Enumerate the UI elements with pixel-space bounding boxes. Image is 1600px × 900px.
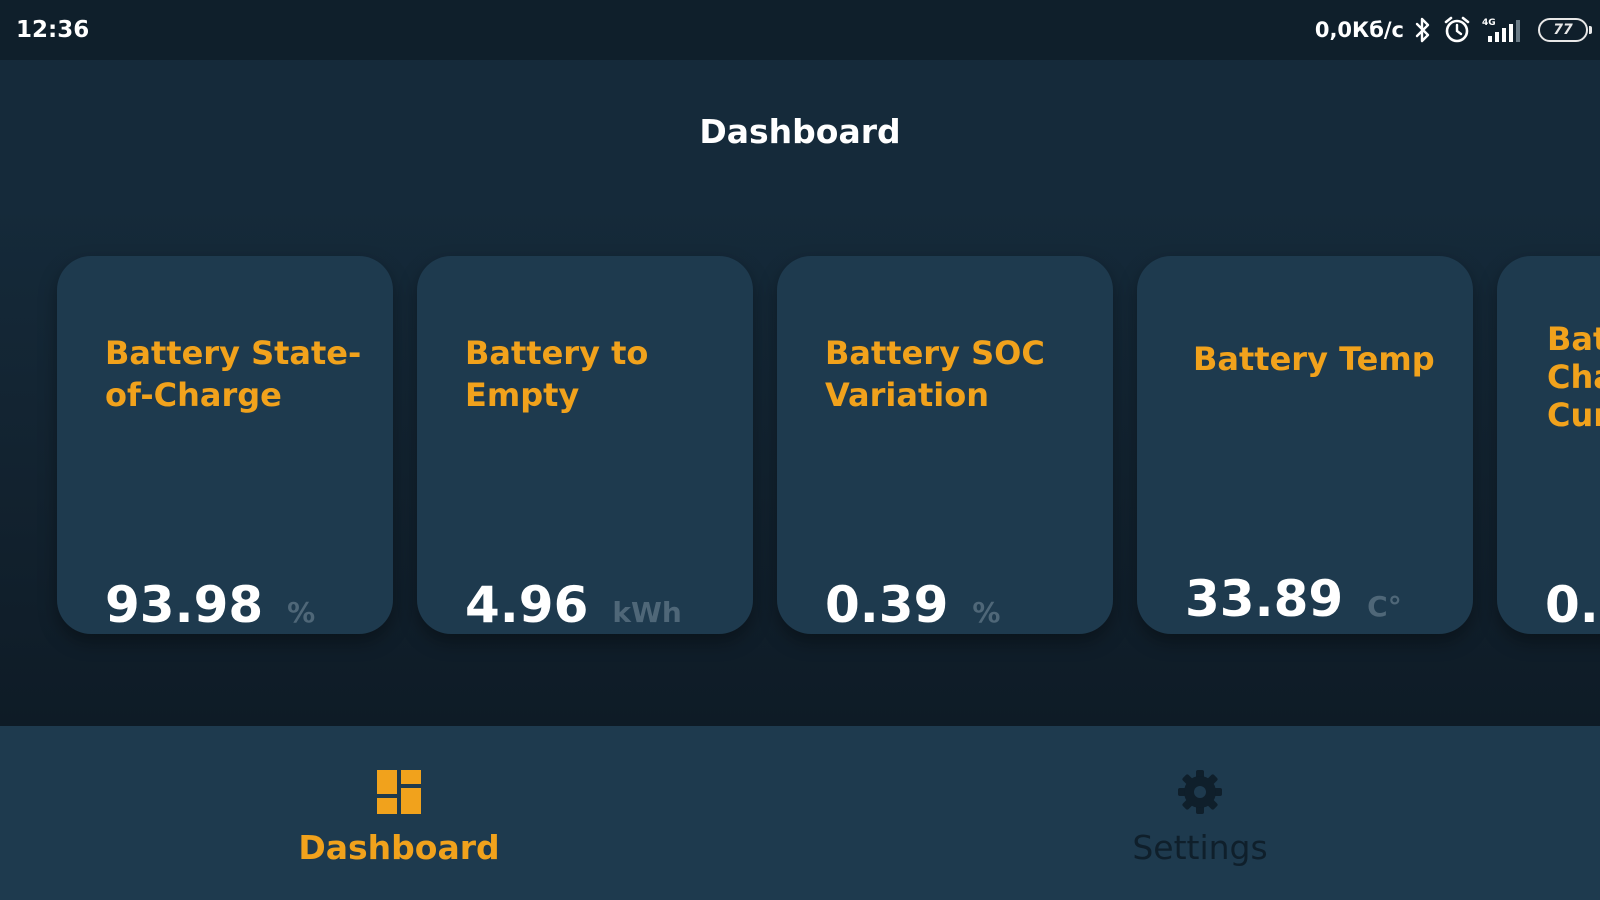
battery-icon: 77 <box>1538 18 1592 42</box>
bottom-navigation: Dashboard Settings <box>0 726 1600 900</box>
status-icons: 0,0Кб/с 4G 77 <box>1314 14 1592 46</box>
card-value-row: 0.39 % <box>825 580 1000 630</box>
card-battery-soc[interactable]: Battery State- of-Charge 93.98 % <box>57 256 393 634</box>
gear-icon <box>1178 770 1222 814</box>
card-value-row: 4.96 kWh <box>465 580 682 630</box>
card-title: Battery Temp <box>1193 340 1435 378</box>
card-unit: C° <box>1367 590 1402 623</box>
card-battery-temp[interactable]: Battery Temp 33.89 C° <box>1137 256 1473 634</box>
card-title: Battery SOC Variation <box>825 334 1045 414</box>
metric-cards-row[interactable]: Battery State- of-Charge 93.98 % Battery… <box>0 200 1600 726</box>
card-value: 33.89 <box>1185 570 1344 628</box>
card-unit: kWh <box>612 596 682 629</box>
network-speed: 0,0Кб/с <box>1314 18 1404 42</box>
nav-label-settings: Settings <box>1132 828 1268 867</box>
nav-label-dashboard: Dashboard <box>298 828 500 867</box>
bluetooth-icon <box>1414 16 1432 44</box>
card-battery-charge-current[interactable]: Bat Cha Cur 0.( <box>1497 256 1600 634</box>
card-value: 93.98 <box>105 576 264 634</box>
app-header: Dashboard <box>0 60 1600 200</box>
svg-text:4G: 4G <box>1482 18 1496 28</box>
card-unit: % <box>972 596 1001 629</box>
card-title: Battery to Empty <box>465 334 649 414</box>
alarm-icon <box>1442 15 1472 45</box>
page-title: Dashboard <box>699 112 901 151</box>
signal-4g-icon: 4G <box>1482 16 1528 44</box>
dashboard-icon <box>377 770 421 814</box>
card-value-row: 0.( <box>1545 580 1600 630</box>
status-time: 12:36 <box>16 17 90 43</box>
card-battery-to-empty[interactable]: Battery to Empty 4.96 kWh <box>417 256 753 634</box>
card-title: Bat Cha Cur <box>1547 320 1600 434</box>
dashboard-content: Battery State- of-Charge 93.98 % Battery… <box>0 200 1600 726</box>
card-value-row: 33.89 C° <box>1185 574 1402 624</box>
card-battery-soc-variation[interactable]: Battery SOC Variation 0.39 % <box>777 256 1113 634</box>
nav-item-settings[interactable]: Settings <box>1000 726 1400 900</box>
card-value: 0.39 <box>825 576 949 634</box>
card-title: Battery State- of-Charge <box>105 334 362 414</box>
card-unit: % <box>287 596 316 629</box>
card-value: 0.( <box>1545 576 1600 634</box>
card-value: 4.96 <box>465 576 589 634</box>
status-bar: 12:36 0,0Кб/с 4G 77 <box>0 0 1600 60</box>
card-value-row: 93.98 % <box>105 580 315 630</box>
battery-level: 77 <box>1553 22 1573 38</box>
nav-item-dashboard[interactable]: Dashboard <box>199 726 599 900</box>
